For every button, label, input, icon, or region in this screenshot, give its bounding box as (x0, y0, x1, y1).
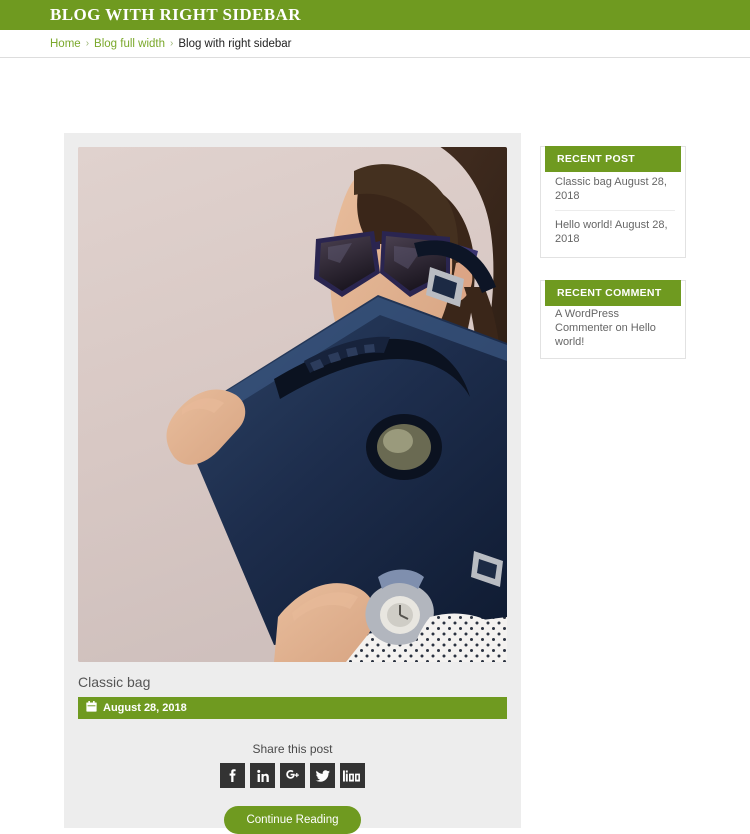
list-item[interactable]: Classic bag August 28, 2018 (555, 173, 675, 211)
post-card: Classic bag August 28, 2018 Share this p… (64, 133, 521, 834)
twitter-icon[interactable] (310, 763, 335, 788)
breadcrumb-link-blog-full-width[interactable]: Blog full width (94, 38, 165, 50)
facebook-icon[interactable] (220, 763, 245, 788)
widget-title-recent-comment: RECENT COMMENT (545, 280, 681, 306)
post-date: August 28, 2018 (103, 702, 187, 714)
recent-comment-text[interactable]: A WordPress Commenter on Hello world! (555, 307, 675, 349)
share-icon-list (78, 763, 507, 788)
continue-reading-button[interactable]: Continue Reading (224, 806, 361, 834)
breadcrumb-bar: Home › Blog full width › Blog with right… (0, 30, 750, 58)
googleplus-icon[interactable] (280, 763, 305, 788)
post-meta-bar: August 28, 2018 (78, 697, 507, 719)
page-title: BLOG WITH RIGHT SIDEBAR (50, 5, 301, 24)
post-title[interactable]: Classic bag (78, 674, 507, 690)
share-section: Share this post (78, 742, 507, 788)
list-item[interactable]: Hello world! August 28, 2018 (555, 211, 675, 248)
widget-title-recent-post: RECENT POST (545, 146, 681, 172)
recent-post-list: Classic bag August 28, 2018 Hello world!… (555, 173, 675, 248)
main-layout: Classic bag August 28, 2018 Share this p… (0, 58, 750, 834)
breadcrumb-link-home[interactable]: Home (50, 38, 81, 50)
linkedin-icon[interactable] (250, 763, 275, 788)
breadcrumb-current: Blog with right sidebar (178, 37, 292, 50)
post-featured-image[interactable] (78, 147, 507, 662)
widget-recent-post: RECENT POST Classic bag August 28, 2018 … (540, 146, 686, 258)
breadcrumb-separator-icon: › (85, 38, 90, 49)
digg-icon[interactable] (340, 763, 365, 788)
widget-recent-comment: RECENT COMMENT A WordPress Commenter on … (540, 280, 686, 359)
page-header-bar: BLOG WITH RIGHT SIDEBAR (0, 0, 750, 30)
breadcrumb-separator-icon: › (170, 38, 174, 49)
breadcrumb: Home › Blog full width › Blog with right… (50, 38, 292, 50)
continue-reading-wrap: Continue Reading (78, 806, 507, 834)
sidebar: RECENT POST Classic bag August 28, 2018 … (540, 138, 686, 381)
share-label: Share this post (252, 742, 333, 756)
calendar-icon (86, 699, 97, 717)
